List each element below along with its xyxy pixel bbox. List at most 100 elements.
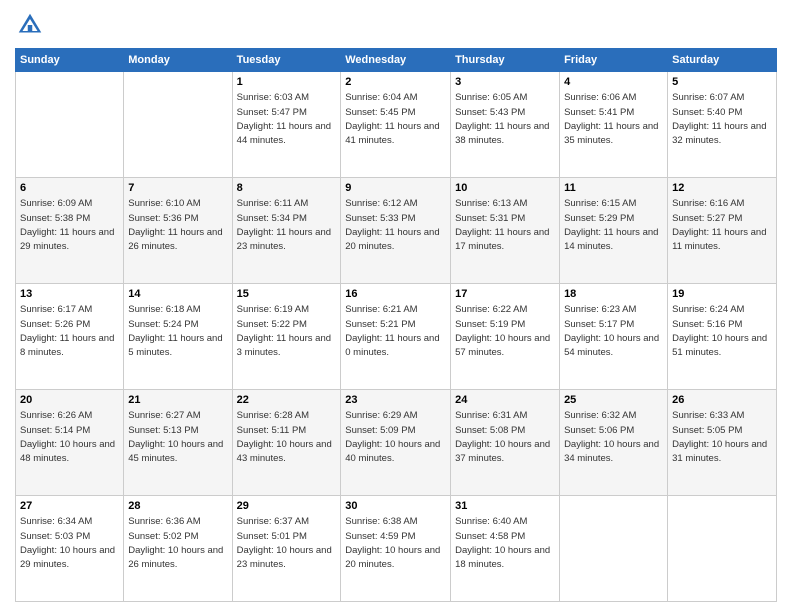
day-number: 1 <box>237 75 337 90</box>
calendar-header-friday: Friday <box>560 49 668 72</box>
day-info: Sunrise: 6:22 AMSunset: 5:19 PMDaylight:… <box>455 304 550 358</box>
day-info: Sunrise: 6:21 AMSunset: 5:21 PMDaylight:… <box>345 304 439 358</box>
calendar-cell <box>560 496 668 602</box>
day-number: 22 <box>237 393 337 408</box>
calendar-cell: 27 Sunrise: 6:34 AMSunset: 5:03 PMDayligh… <box>16 496 124 602</box>
calendar-cell: 18Sunrise: 6:23 AMSunset: 5:17 PMDayligh… <box>560 284 668 390</box>
calendar-cell: 4Sunrise: 6:06 AMSunset: 5:41 PMDaylight… <box>560 72 668 178</box>
day-info: Sunrise: 6:27 AMSunset: 5:13 PMDaylight:… <box>128 410 223 464</box>
day-info: Sunrise: 6:13 AMSunset: 5:31 PMDaylight:… <box>455 198 549 252</box>
calendar-week-row: 27 Sunrise: 6:34 AMSunset: 5:03 PMDayligh… <box>16 496 777 602</box>
day-number: 27 <box>20 499 119 514</box>
calendar-cell: 30 Sunrise: 6:38 AMSunset: 4:59 PMDayligh… <box>341 496 451 602</box>
day-number: 21 <box>128 393 227 408</box>
calendar-cell: 7Sunrise: 6:10 AMSunset: 5:36 PMDaylight… <box>124 178 232 284</box>
calendar-header-row: SundayMondayTuesdayWednesdayThursdayFrid… <box>16 49 777 72</box>
calendar-cell: 29 Sunrise: 6:37 AMSunset: 5:01 PMDayligh… <box>232 496 341 602</box>
day-info: Sunrise: 6:17 AMSunset: 5:26 PMDaylight:… <box>20 304 114 358</box>
day-number: 8 <box>237 181 337 196</box>
calendar-cell: 5Sunrise: 6:07 AMSunset: 5:40 PMDaylight… <box>668 72 777 178</box>
day-number: 30 <box>345 499 446 514</box>
calendar-header-saturday: Saturday <box>668 49 777 72</box>
day-info: Sunrise: 6:26 AMSunset: 5:14 PMDaylight:… <box>20 410 115 464</box>
day-info: Sunrise: 6:12 AMSunset: 5:33 PMDaylight:… <box>345 198 439 252</box>
day-info: Sunrise: 6:36 AMSunset: 5:02 PMDaylight:… <box>128 516 223 570</box>
calendar-cell: 10 Sunrise: 6:13 AMSunset: 5:31 PMDayligh… <box>451 178 560 284</box>
day-number: 10 <box>455 181 555 196</box>
calendar-cell: 3Sunrise: 6:05 AMSunset: 5:43 PMDaylight… <box>451 72 560 178</box>
logo <box>15 10 47 40</box>
calendar-header-monday: Monday <box>124 49 232 72</box>
day-number: 13 <box>20 287 119 302</box>
calendar-week-row: 6 Sunrise: 6:09 AMSunset: 5:38 PMDaylight… <box>16 178 777 284</box>
day-info: Sunrise: 6:38 AMSunset: 4:59 PMDaylight:… <box>345 516 440 570</box>
day-number: 12 <box>672 181 772 196</box>
day-info: Sunrise: 6:18 AMSunset: 5:24 PMDaylight:… <box>128 304 222 358</box>
calendar-cell: 6 Sunrise: 6:09 AMSunset: 5:38 PMDaylight… <box>16 178 124 284</box>
calendar-cell: 31 Sunrise: 6:40 AMSunset: 4:58 PMDayligh… <box>451 496 560 602</box>
day-info: Sunrise: 6:16 AMSunset: 5:27 PMDaylight:… <box>672 198 766 252</box>
day-number: 20 <box>20 393 119 408</box>
day-number: 24 <box>455 393 555 408</box>
day-number: 18 <box>564 287 663 302</box>
calendar-cell: 12 Sunrise: 6:16 AMSunset: 5:27 PMDayligh… <box>668 178 777 284</box>
day-number: 11 <box>564 181 663 196</box>
calendar-week-row: 1 Sunrise: 6:03 AMSunset: 5:47 PMDaylight… <box>16 72 777 178</box>
calendar-cell: 17 Sunrise: 6:22 AMSunset: 5:19 PMDayligh… <box>451 284 560 390</box>
day-number: 29 <box>237 499 337 514</box>
calendar-cell: 19 Sunrise: 6:24 AMSunset: 5:16 PMDayligh… <box>668 284 777 390</box>
calendar-cell: 14 Sunrise: 6:18 AMSunset: 5:24 PMDayligh… <box>124 284 232 390</box>
calendar-cell: 13 Sunrise: 6:17 AMSunset: 5:26 PMDayligh… <box>16 284 124 390</box>
day-info: Sunrise: 6:15 AMSunset: 5:29 PMDaylight:… <box>564 198 658 252</box>
day-info: Sunrise: 6:33 AMSunset: 5:05 PMDaylight:… <box>672 410 767 464</box>
day-info: Sunrise: 6:10 AMSunset: 5:36 PMDaylight:… <box>128 198 222 252</box>
day-info: Sunrise: 6:04 AMSunset: 5:45 PMDaylight:… <box>345 92 439 146</box>
day-info: Sunrise: 6:34 AMSunset: 5:03 PMDaylight:… <box>20 516 115 570</box>
day-number: 6 <box>20 181 119 196</box>
day-number: 3 <box>455 75 555 90</box>
day-info: Sunrise: 6:19 AMSunset: 5:22 PMDaylight:… <box>237 304 331 358</box>
day-info: Sunrise: 6:03 AMSunset: 5:47 PMDaylight:… <box>237 92 331 146</box>
calendar-cell: 15 Sunrise: 6:19 AMSunset: 5:22 PMDayligh… <box>232 284 341 390</box>
day-number: 26 <box>672 393 772 408</box>
calendar-header-wednesday: Wednesday <box>341 49 451 72</box>
day-number: 31 <box>455 499 555 514</box>
calendar-cell: 28 Sunrise: 6:36 AMSunset: 5:02 PMDayligh… <box>124 496 232 602</box>
day-info: Sunrise: 6:06 AMSunset: 5:41 PMDaylight:… <box>564 92 658 146</box>
day-info: Sunrise: 6:29 AMSunset: 5:09 PMDaylight:… <box>345 410 440 464</box>
calendar-header-sunday: Sunday <box>16 49 124 72</box>
day-number: 25 <box>564 393 663 408</box>
calendar-cell: 26 Sunrise: 6:33 AMSunset: 5:05 PMDayligh… <box>668 390 777 496</box>
calendar-cell: 23Sunrise: 6:29 AMSunset: 5:09 PMDayligh… <box>341 390 451 496</box>
day-number: 14 <box>128 287 227 302</box>
calendar-header-thursday: Thursday <box>451 49 560 72</box>
calendar-cell: 20 Sunrise: 6:26 AMSunset: 5:14 PMDayligh… <box>16 390 124 496</box>
calendar-table: SundayMondayTuesdayWednesdayThursdayFrid… <box>15 48 777 602</box>
calendar-week-row: 13 Sunrise: 6:17 AMSunset: 5:26 PMDayligh… <box>16 284 777 390</box>
calendar-week-row: 20 Sunrise: 6:26 AMSunset: 5:14 PMDayligh… <box>16 390 777 496</box>
page: SundayMondayTuesdayWednesdayThursdayFrid… <box>0 0 792 612</box>
day-info: Sunrise: 6:09 AMSunset: 5:38 PMDaylight:… <box>20 198 114 252</box>
day-info: Sunrise: 6:07 AMSunset: 5:40 PMDaylight:… <box>672 92 766 146</box>
day-info: Sunrise: 6:37 AMSunset: 5:01 PMDaylight:… <box>237 516 332 570</box>
calendar-cell <box>124 72 232 178</box>
calendar-cell: 16 Sunrise: 6:21 AMSunset: 5:21 PMDayligh… <box>341 284 451 390</box>
calendar-cell: 22Sunrise: 6:28 AMSunset: 5:11 PMDayligh… <box>232 390 341 496</box>
calendar-cell: 24Sunrise: 6:31 AMSunset: 5:08 PMDayligh… <box>451 390 560 496</box>
day-number: 9 <box>345 181 446 196</box>
calendar-cell: 2Sunrise: 6:04 AMSunset: 5:45 PMDaylight… <box>341 72 451 178</box>
day-number: 28 <box>128 499 227 514</box>
day-number: 16 <box>345 287 446 302</box>
calendar-header-tuesday: Tuesday <box>232 49 341 72</box>
logo-icon <box>15 10 45 40</box>
day-number: 15 <box>237 287 337 302</box>
calendar-cell <box>16 72 124 178</box>
day-number: 17 <box>455 287 555 302</box>
calendar-cell: 21 Sunrise: 6:27 AMSunset: 5:13 PMDayligh… <box>124 390 232 496</box>
header <box>15 10 777 40</box>
day-number: 19 <box>672 287 772 302</box>
day-info: Sunrise: 6:40 AMSunset: 4:58 PMDaylight:… <box>455 516 550 570</box>
calendar-cell: 25Sunrise: 6:32 AMSunset: 5:06 PMDayligh… <box>560 390 668 496</box>
calendar-cell: 1 Sunrise: 6:03 AMSunset: 5:47 PMDaylight… <box>232 72 341 178</box>
day-info: Sunrise: 6:24 AMSunset: 5:16 PMDaylight:… <box>672 304 767 358</box>
